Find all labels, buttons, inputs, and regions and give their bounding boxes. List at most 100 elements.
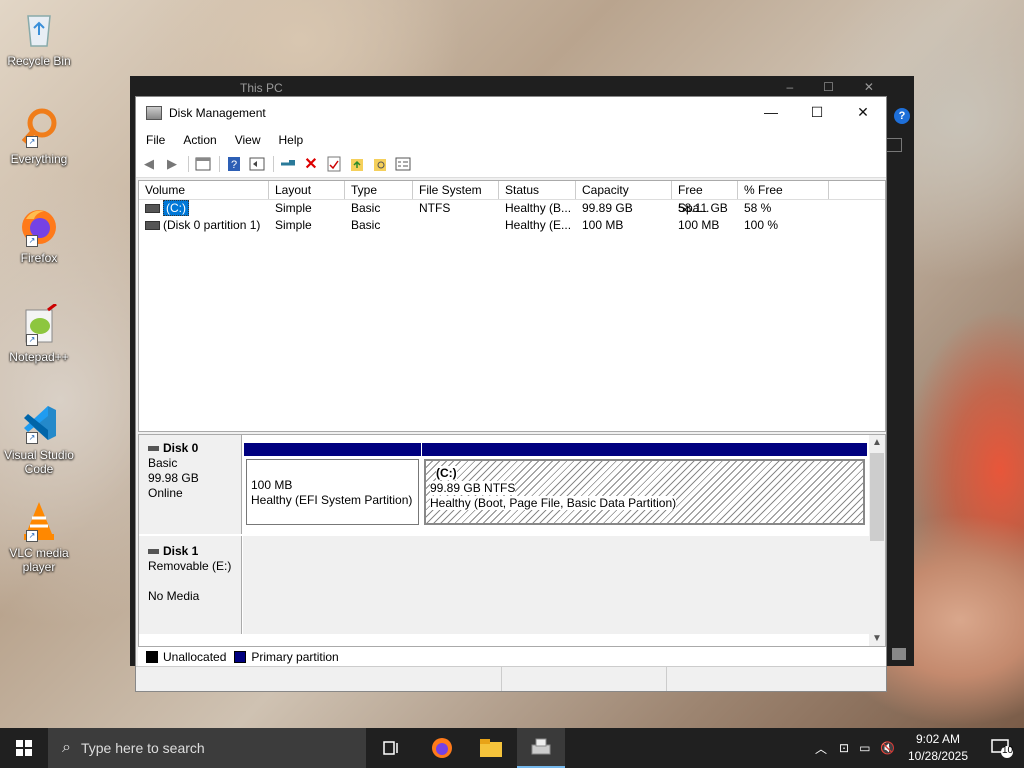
type-cell: Basic <box>351 218 381 232</box>
disk-0-row[interactable]: Disk 0 Basic 99.98 GB Online 100 MB Heal… <box>139 435 871 534</box>
partition-status: Healthy (EFI System Partition) <box>251 493 413 507</box>
delete-icon[interactable]: ✕ <box>302 155 320 173</box>
menu-help[interactable]: Help <box>269 133 312 147</box>
disk-size: 99.98 GB <box>148 471 199 485</box>
start-button[interactable] <box>0 728 48 768</box>
disk-icon <box>148 549 159 555</box>
desktop-icon-label: Everything <box>10 152 68 166</box>
volume-list[interactable]: Volume Layout Type File System Status Ca… <box>138 180 886 432</box>
file-system-cell: NTFS <box>419 201 451 215</box>
disk-management-window[interactable]: Disk Management — ☐ ✕ File Action View H… <box>135 96 887 692</box>
system-tray: ︿ ⊡ ▭ 🔇 <box>815 728 895 768</box>
firefox-icon[interactable] <box>418 728 466 768</box>
clock-date: 10/28/2025 <box>907 749 969 763</box>
back-icon[interactable]: ◀ <box>140 155 158 173</box>
check-icon[interactable] <box>325 155 343 173</box>
free-space-cell: 100 MB <box>678 218 720 232</box>
clock[interactable]: 9:02 AM 10/28/2025 <box>900 731 976 765</box>
search-folder-icon[interactable] <box>371 155 389 173</box>
table-row[interactable]: (C:) Simple Basic NTFS Healthy (B... 99.… <box>139 200 885 217</box>
legend-swatch-primary <box>234 651 247 663</box>
partition-efi[interactable]: 100 MB Healthy (EFI System Partition) <box>244 443 421 529</box>
desktop-icon-label: Firefox <box>20 251 58 265</box>
menu-view[interactable]: View <box>225 133 269 147</box>
table-row[interactable]: (Disk 0 partition 1) Simple Basic Health… <box>139 217 885 234</box>
security-icon[interactable]: ⊡ <box>839 741 849 755</box>
partition-c[interactable]: (C:) 99.89 GB NTFS Healthy (Boot, Page F… <box>422 443 867 529</box>
forward-icon[interactable]: ▶ <box>163 155 181 173</box>
shortcut-arrow-icon: ↗ <box>26 136 38 148</box>
disk-management-icon[interactable] <box>517 728 565 768</box>
disk-state: No Media <box>148 589 200 603</box>
status-cell: Healthy (B... <box>505 201 572 215</box>
column-capacity[interactable]: Capacity <box>576 181 672 199</box>
column-percent-free[interactable]: % Free <box>738 181 829 199</box>
partition-header <box>244 443 421 456</box>
console-icon[interactable] <box>248 155 266 173</box>
search-icon[interactable] <box>886 138 902 152</box>
column-free-space[interactable]: Free Spa... <box>672 181 738 215</box>
desktop-icon-recycle-bin[interactable]: Recycle Bin <box>4 8 74 68</box>
search-placeholder: Type here to search <box>80 740 205 756</box>
scroll-down-icon[interactable]: ▼ <box>869 631 885 647</box>
menu-action[interactable]: Action <box>173 133 224 147</box>
status-cell: Healthy (E... <box>505 218 572 232</box>
notepad-plus-plus-icon: ↗ <box>18 302 60 346</box>
column-file-system[interactable]: File System <box>413 181 499 199</box>
desktop-icon-notepad-plus-plus[interactable]: ↗ Notepad++ <box>4 302 74 364</box>
volume-icon <box>145 204 160 214</box>
scroll-up-icon[interactable]: ▲ <box>869 435 885 451</box>
disk-1-label[interactable]: Disk 1 Removable (E:) No Media <box>139 536 242 634</box>
taskbar-search-box[interactable]: ⌕ Type here to search <box>48 728 366 768</box>
help-icon[interactable]: ? <box>894 108 910 124</box>
view-icon[interactable] <box>394 155 412 173</box>
help-icon[interactable]: ? <box>225 155 243 173</box>
disk-graphical-view[interactable]: Disk 0 Basic 99.98 GB Online 100 MB Heal… <box>138 434 886 666</box>
new-folder-icon[interactable] <box>348 155 366 173</box>
layout-cell: Simple <box>275 201 312 215</box>
view-toggle-icon[interactable] <box>892 648 906 660</box>
desktop-icon-vscode[interactable]: ↗ Visual Studio Code <box>4 402 74 476</box>
background-window-title: This PC <box>240 81 283 95</box>
column-layout[interactable]: Layout <box>269 181 345 199</box>
disk-1-row[interactable]: Disk 1 Removable (E:) No Media <box>139 536 871 634</box>
partition-size: 100 MB <box>251 478 293 492</box>
title-bar[interactable]: Disk Management — ☐ ✕ <box>136 97 886 129</box>
scroll-thumb[interactable] <box>870 453 884 541</box>
maximize-button[interactable]: ☐ <box>794 97 840 127</box>
disk-0-label[interactable]: Disk 0 Basic 99.98 GB Online <box>139 435 242 534</box>
disk-type: Basic <box>148 456 178 470</box>
shortcut-arrow-icon: ↗ <box>26 334 38 346</box>
layout-cell: Simple <box>275 218 312 232</box>
file-system-cell <box>413 217 499 234</box>
desktop-icon-firefox[interactable]: ↗ Firefox <box>4 205 74 265</box>
desktop-icon-label: VLC media player <box>9 546 69 574</box>
vertical-scrollbar[interactable]: ▲ ▼ <box>869 435 885 647</box>
legend-swatch-unallocated <box>146 651 158 663</box>
disk-management-app-icon <box>146 106 162 120</box>
desktop-icon-everything[interactable]: ↗ Everything <box>4 106 74 166</box>
volume-muted-icon[interactable]: 🔇 <box>880 741 895 755</box>
clock-time: 9:02 AM <box>915 732 961 746</box>
column-type[interactable]: Type <box>345 181 413 199</box>
column-volume[interactable]: Volume <box>139 181 269 199</box>
disk-name: Disk 0 <box>163 441 199 455</box>
desktop-icon-vlc[interactable]: ↗ VLC media player <box>4 500 74 574</box>
volume-name: (Disk 0 partition 1) <box>163 218 261 232</box>
network-icon[interactable]: ▭ <box>859 741 870 755</box>
legend-label: Primary partition <box>251 650 339 664</box>
menu-file[interactable]: File <box>136 133 173 147</box>
tray-overflow-chevron-icon[interactable]: ︿ <box>815 740 827 757</box>
partition-label: (C:) <box>436 466 457 480</box>
connect-icon[interactable] <box>279 155 297 173</box>
disk-type: Removable (E:) <box>148 559 232 573</box>
column-status[interactable]: Status <box>499 181 576 199</box>
close-button[interactable]: ✕ <box>840 97 886 127</box>
properties-icon[interactable] <box>194 155 212 173</box>
file-explorer-icon[interactable] <box>467 728 515 768</box>
notification-center-button[interactable]: 10 <box>980 728 1024 768</box>
minimize-button[interactable]: — <box>748 97 794 127</box>
taskbar: ⌕ Type here to search ︿ ⊡ ▭ 🔇 9:02 AM 10… <box>0 728 1024 768</box>
task-view-icon[interactable] <box>368 728 416 768</box>
volume-name: (C:) <box>163 200 189 216</box>
